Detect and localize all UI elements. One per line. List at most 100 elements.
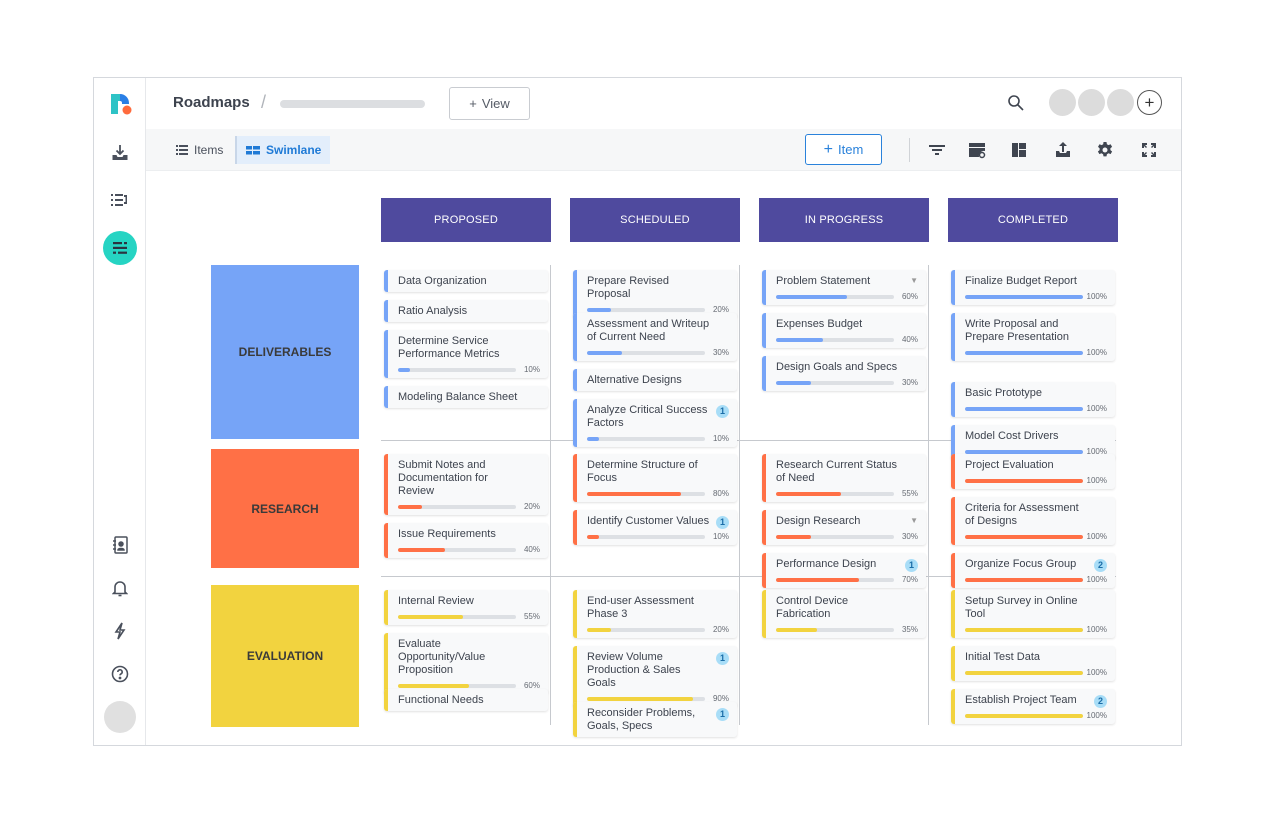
card-settings-icon[interactable] [967, 140, 987, 160]
column-header[interactable]: PROPOSED [381, 198, 551, 242]
roadmap-card[interactable]: Basic Prototype 100% [951, 382, 1115, 417]
card-color-stripe [951, 553, 955, 588]
fullscreen-icon[interactable] [1139, 140, 1159, 160]
roadmap-card[interactable]: Issue Requirements 40% [384, 523, 548, 558]
progress-bar [776, 294, 894, 299]
dropdown-caret-icon[interactable]: ▼ [910, 274, 918, 287]
progress-fill [776, 380, 812, 385]
contacts-icon[interactable] [105, 530, 135, 560]
comment-count-badge[interactable]: 2 [1094, 695, 1107, 708]
progress-percent: 20% [523, 502, 540, 511]
inbox-download-icon[interactable] [105, 138, 135, 168]
gear-icon[interactable] [1095, 140, 1115, 160]
roadmap-card[interactable]: Expenses Budget 40% [762, 313, 926, 348]
card-color-stripe [951, 313, 955, 361]
add-member-button[interactable]: + [1137, 90, 1162, 115]
lane-label[interactable]: RESEARCH [211, 449, 359, 568]
card-title: Internal Review [398, 595, 474, 607]
column-header[interactable]: COMPLETED [948, 198, 1118, 242]
roadmap-card[interactable]: Alternative Designs [573, 369, 737, 391]
roadmap-card[interactable]: Design Goals and Specs 30% [762, 356, 926, 391]
roadmap-icon[interactable] [103, 231, 137, 265]
progress-row: 40% [398, 545, 540, 554]
roadmap-card[interactable]: Establish Project Team 2 100% [951, 689, 1115, 724]
member-avatar[interactable] [1049, 89, 1076, 116]
roadmap-card[interactable]: Ratio Analysis [384, 300, 548, 322]
progress-bar [965, 577, 1083, 582]
roadmap-card[interactable]: Finalize Budget Report 100% [951, 270, 1115, 305]
progress-fill [965, 670, 1083, 675]
comment-count-badge[interactable]: 1 [716, 405, 729, 418]
roadmap-card[interactable]: Functional Needs [384, 689, 548, 711]
roadmap-card[interactable]: Prepare Revised Proposal 20% [573, 270, 737, 318]
card-title: Control Device Fabrication [776, 595, 849, 620]
list-icon [176, 145, 188, 155]
export-icon[interactable] [1053, 140, 1073, 160]
layout-icon[interactable] [1009, 140, 1029, 160]
roadmap-card[interactable]: Problem Statement ▼ 60% [762, 270, 926, 305]
roadmap-card[interactable]: Data Organization [384, 270, 548, 292]
roadmap-card[interactable]: Performance Design 1 70% [762, 553, 926, 588]
lane-label[interactable]: DELIVERABLES [211, 265, 359, 439]
progress-fill [776, 337, 824, 342]
roadmap-card[interactable]: Initial Test Data 100% [951, 646, 1115, 681]
lane-label[interactable]: EVALUATION [211, 585, 359, 727]
roadmap-card[interactable]: Identify Customer Values 1 10% [573, 510, 737, 545]
card-title: Determine Structure of Focus [587, 459, 698, 484]
bell-icon[interactable] [105, 573, 135, 603]
card-title: Establish Project Team [965, 694, 1077, 706]
progress-percent: 60% [901, 292, 918, 301]
help-icon[interactable] [105, 659, 135, 689]
progress-bar [587, 491, 705, 496]
roadmap-card[interactable]: Submit Notes and Documentation for Revie… [384, 454, 548, 515]
filter-icon[interactable] [927, 140, 947, 160]
roadmap-card[interactable]: Assessment and Writeup of Current Need 30… [573, 313, 737, 361]
roadmap-card[interactable]: Design Research ▼ 30% [762, 510, 926, 545]
tab-swimlane[interactable]: Swimlane [235, 136, 331, 164]
roadmap-card[interactable]: Reconsider Problems, Goals, Specs 1 [573, 702, 737, 737]
column-header[interactable]: IN PROGRESS [759, 198, 929, 242]
dropdown-caret-icon[interactable]: ▼ [910, 514, 918, 527]
roadmap-card[interactable]: Organize Focus Group 2 100% [951, 553, 1115, 588]
member-avatar[interactable] [1078, 89, 1105, 116]
roadmap-card[interactable]: Internal Review 55% [384, 590, 548, 625]
roadmap-card[interactable]: Modeling Balance Sheet [384, 386, 548, 408]
roadmap-card[interactable]: Criteria for Assessment of Designs 100% [951, 497, 1115, 545]
roadmap-card[interactable]: End-user Assessment Phase 3 20% [573, 590, 737, 638]
roadmap-card[interactable]: Determine Structure of Focus 80% [573, 454, 737, 502]
roadmap-card[interactable]: Project Evaluation 100% [951, 454, 1115, 489]
roadmap-card[interactable]: Write Proposal and Prepare Presentation 1… [951, 313, 1115, 361]
lightning-icon[interactable] [105, 616, 135, 646]
progress-fill [965, 713, 1083, 718]
tab-items[interactable]: Items [167, 136, 232, 164]
card-color-stripe [762, 590, 766, 638]
roadmap-card[interactable]: Determine Service Performance Metrics 10% [384, 330, 548, 378]
comment-count-badge[interactable]: 1 [905, 559, 918, 572]
user-avatar[interactable] [104, 701, 136, 733]
roadmap-card[interactable]: Research Current Status of Need 55% [762, 454, 926, 502]
breadcrumb-placeholder[interactable] [280, 100, 425, 108]
card-color-stripe [573, 270, 577, 318]
progress-bar [776, 380, 894, 385]
comment-count-badge[interactable]: 2 [1094, 559, 1107, 572]
roadmap-card[interactable]: Evaluate Opportunity/Value Proposition 60… [384, 633, 548, 694]
column-header[interactable]: SCHEDULED [570, 198, 740, 242]
roadmap-card[interactable]: Control Device Fabrication 35% [762, 590, 926, 638]
logo[interactable] [109, 92, 133, 116]
member-avatar[interactable] [1107, 89, 1134, 116]
roadmap-card[interactable]: Setup Survey in Online Tool 100% [951, 590, 1115, 638]
comment-count-badge[interactable]: 1 [716, 652, 729, 665]
card-title: Assessment and Writeup of Current Need [587, 318, 710, 343]
column-divider [928, 265, 929, 725]
add-item-button[interactable]: + Item [805, 134, 882, 165]
progress-fill [965, 577, 1083, 582]
comment-count-badge[interactable]: 1 [716, 516, 729, 529]
list-icon[interactable] [105, 185, 135, 215]
comment-count-badge[interactable]: 1 [716, 708, 729, 721]
add-view-button[interactable]: + View [449, 87, 530, 120]
progress-row: 100% [965, 625, 1107, 634]
progress-row: 30% [776, 378, 918, 387]
roadmap-card[interactable]: Review Volume Production & Sales Goals 1 9… [573, 646, 737, 707]
search-icon[interactable] [1006, 93, 1026, 113]
roadmap-card[interactable]: Analyze Critical Success Factors 1 10% [573, 399, 737, 447]
